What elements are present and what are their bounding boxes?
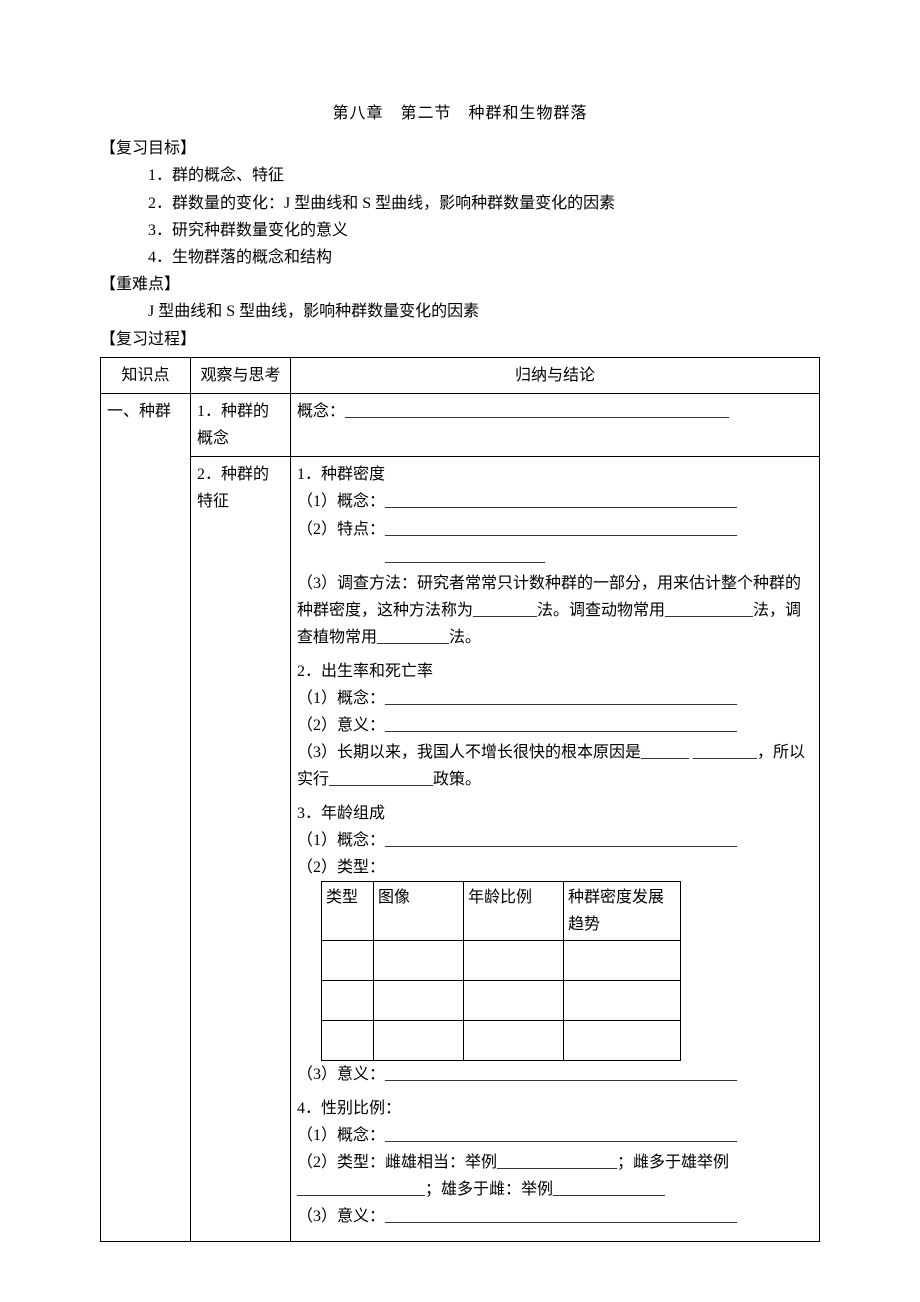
inner-header-row: 类型 图像 年龄比例 种群密度发展趋势 bbox=[322, 882, 681, 941]
cell-conclusion: 1．种群密度 （1）概念：___________________________… bbox=[291, 457, 820, 1241]
density-p2b: ____________________ bbox=[297, 543, 813, 570]
density-title: 1．种群密度 bbox=[297, 461, 813, 488]
inner-cell bbox=[374, 1021, 464, 1061]
table-header-row: 知识点 观察与思考 归纳与结论 bbox=[101, 357, 820, 393]
inner-row bbox=[322, 941, 681, 981]
cell-observe: 2．种群的特征 bbox=[191, 457, 291, 1241]
cell-knowledge: 一、种群 bbox=[101, 393, 191, 1241]
header-knowledge: 知识点 bbox=[101, 357, 191, 393]
goal-item: 2．群数量的变化：J 型曲线和 S 型曲线，影响种群数量变化的因素 bbox=[148, 190, 820, 217]
table-row: 2．种群的特征 1．种群密度 （1）概念：___________________… bbox=[101, 457, 820, 1241]
goal-item: 4．生物群落的概念和结构 bbox=[148, 244, 820, 271]
goal-item: 1．群的概念、特征 bbox=[148, 162, 820, 189]
inner-cell bbox=[564, 941, 681, 981]
birth-p2: （2）意义：__________________________________… bbox=[297, 712, 813, 739]
goals-list: 1．群的概念、特征 2．群数量的变化：J 型曲线和 S 型曲线，影响种群数量变化… bbox=[100, 162, 820, 271]
sex-p1: （1）概念：__________________________________… bbox=[297, 1122, 813, 1149]
age-title: 3．年龄组成 bbox=[297, 800, 813, 827]
inner-cell bbox=[564, 981, 681, 1021]
goals-heading: 【复习目标】 bbox=[100, 135, 820, 162]
review-table: 知识点 观察与思考 归纳与结论 一、种群 1．种群的概念 概念：________… bbox=[100, 357, 820, 1242]
sex-title: 4．性别比例： bbox=[297, 1095, 813, 1122]
goal-item: 3．研究种群数量变化的意义 bbox=[148, 217, 820, 244]
cell-observe: 1．种群的概念 bbox=[191, 393, 291, 456]
density-p1: （1）概念：__________________________________… bbox=[297, 488, 813, 515]
inner-cell bbox=[464, 941, 564, 981]
inner-cell bbox=[464, 1021, 564, 1061]
process-heading: 【复习过程】 bbox=[100, 326, 820, 353]
sex-p2: （2）类型：雌雄相当：举例_______________；雌多于雄举例_____… bbox=[297, 1149, 813, 1203]
density-p3: （3）调查方法：研究者常常只计数种群的一部分，用来估计整个种群的种群密度，这种方… bbox=[297, 570, 813, 652]
sex-p3: （3）意义：__________________________________… bbox=[297, 1203, 813, 1230]
concept-line: 概念：_____________________________________… bbox=[297, 398, 813, 425]
header-conclusion: 归纳与结论 bbox=[291, 357, 820, 393]
inner-h-ratio: 年龄比例 bbox=[464, 882, 564, 941]
age-p3: （3）意义：__________________________________… bbox=[297, 1061, 813, 1088]
inner-cell bbox=[322, 941, 374, 981]
keypoints-text: J 型曲线和 S 型曲线，影响种群数量变化的因素 bbox=[100, 298, 820, 325]
age-p1: （1）概念：__________________________________… bbox=[297, 827, 813, 854]
birth-title: 2．出生率和死亡率 bbox=[297, 658, 813, 685]
inner-row bbox=[322, 1021, 681, 1061]
inner-cell bbox=[374, 981, 464, 1021]
cell-conclusion: 概念：_____________________________________… bbox=[291, 393, 820, 456]
table-row: 一、种群 1．种群的概念 概念：________________________… bbox=[101, 393, 820, 456]
inner-cell bbox=[564, 1021, 681, 1061]
birth-p1: （1）概念：__________________________________… bbox=[297, 685, 813, 712]
header-observe: 观察与思考 bbox=[191, 357, 291, 393]
page-title: 第八章 第二节 种群和生物群落 bbox=[100, 100, 820, 127]
keypoints-heading: 【重难点】 bbox=[100, 271, 820, 298]
birth-p3: （3）长期以来，我国人不增长很快的根本原因是______ ________，所以… bbox=[297, 739, 813, 793]
inner-row bbox=[322, 981, 681, 1021]
density-p2a: （2）特点：__________________________________… bbox=[297, 516, 813, 543]
inner-h-image: 图像 bbox=[374, 882, 464, 941]
inner-cell bbox=[322, 981, 374, 1021]
age-p2: （2）类型： bbox=[297, 854, 813, 881]
inner-cell bbox=[464, 981, 564, 1021]
inner-cell bbox=[322, 1021, 374, 1061]
inner-h-type: 类型 bbox=[322, 882, 374, 941]
age-type-table: 类型 图像 年龄比例 种群密度发展趋势 bbox=[321, 881, 681, 1061]
inner-cell bbox=[374, 941, 464, 981]
inner-h-trend: 种群密度发展趋势 bbox=[564, 882, 681, 941]
